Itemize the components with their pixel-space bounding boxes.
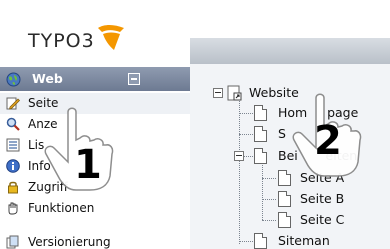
collapse-tree-icon[interactable] <box>213 88 223 98</box>
list-icon <box>6 138 20 152</box>
logo-text: TYPO3 <box>28 30 95 52</box>
pencil-page-icon <box>6 97 20 110</box>
tree-node-label: S <box>278 126 286 141</box>
website-root-icon <box>227 85 242 101</box>
tree-connector <box>262 178 276 179</box>
typo3-logo-icon <box>98 25 124 50</box>
tree-node-label: Seite C <box>300 212 345 227</box>
callout-number-1: 1 <box>74 142 102 188</box>
lock-icon <box>8 181 18 194</box>
tree-connector <box>262 220 276 221</box>
tree-connector <box>239 113 253 114</box>
module-group-web[interactable]: Web <box>0 67 190 91</box>
page-icon <box>254 148 267 164</box>
module-item-label: Funktionen <box>28 201 95 215</box>
module-item-label: Versionierung <box>28 235 111 249</box>
callout-number-2: 2 <box>314 118 342 164</box>
globe-icon <box>6 72 21 87</box>
page-icon <box>254 233 267 249</box>
magnifier-icon <box>6 117 20 131</box>
module-item-versionierung[interactable]: Versionierung <box>0 232 190 249</box>
module-item-funktionen[interactable]: Funktionen <box>0 198 190 219</box>
page-icon <box>254 126 267 142</box>
collapse-tree-icon[interactable] <box>234 151 244 161</box>
module-group-label: Web <box>32 71 63 86</box>
content-toolbar <box>190 38 390 65</box>
tree-node[interactable]: Siteman <box>252 232 382 249</box>
tree-node-label: Siteman <box>278 233 330 248</box>
tree-node-label: Seite B <box>300 191 345 206</box>
tree-connector <box>239 98 240 244</box>
tree-node[interactable]: Seite C <box>276 211 386 229</box>
tree-connector <box>262 162 263 220</box>
tree-connector <box>239 134 253 135</box>
hand-icon <box>8 202 18 215</box>
page-icon <box>278 212 291 228</box>
page-icon <box>278 191 291 207</box>
versions-icon <box>6 235 19 249</box>
tree-connector <box>239 241 253 242</box>
page-icon <box>254 105 267 121</box>
info-icon <box>6 159 20 173</box>
tree-connector <box>262 199 276 200</box>
collapse-icon[interactable] <box>128 73 140 85</box>
tree-node[interactable]: Seite B <box>276 190 386 208</box>
